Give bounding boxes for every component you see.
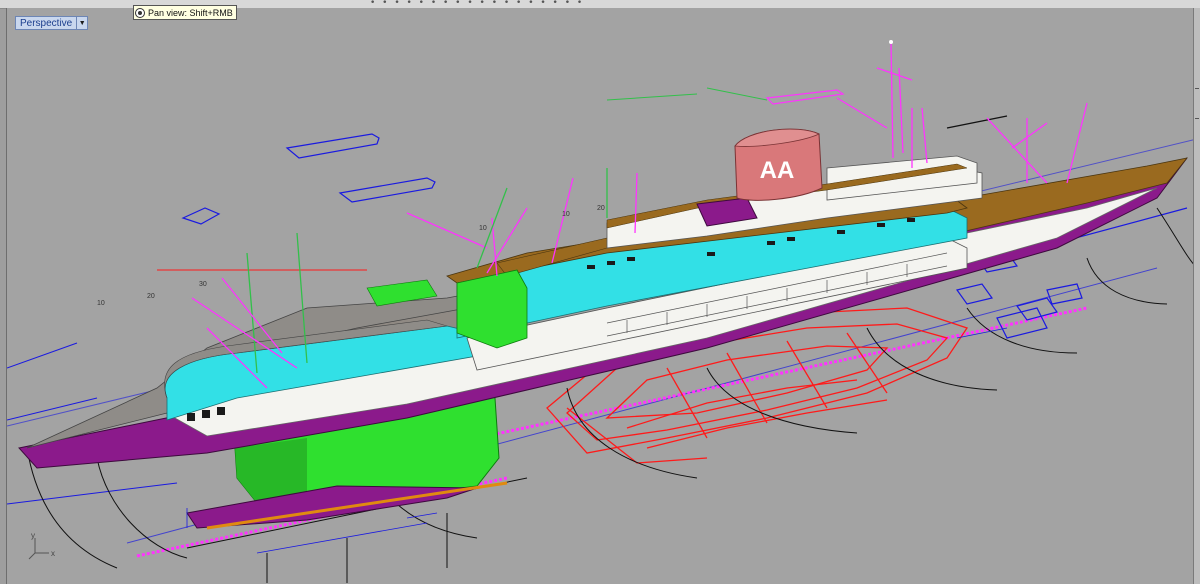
grid-label: 10	[97, 300, 105, 307]
pan-view-tooltip: Pan view: Shift+RMB	[133, 5, 237, 20]
grid-label: 20	[147, 293, 155, 300]
grid-label: 20	[597, 205, 605, 212]
mouse-icon	[135, 7, 145, 18]
funnel-logo-text: AA	[760, 157, 795, 184]
green-deckhouse	[456, 269, 528, 349]
viewport-menu-dropdown-icon[interactable]: ▼	[77, 16, 89, 30]
grid-label: 10	[562, 211, 570, 218]
ship-model-scene[interactable]: AA 10 20 30 10 10 20 y x	[7, 8, 1200, 584]
grid-label: 10	[479, 225, 487, 232]
panel-tick	[1195, 118, 1199, 119]
axis-gizmo	[28, 538, 49, 560]
toolbar-separator-dots: • • • • • • • • • • • • • • • • • •	[370, 0, 585, 8]
tooltip-text: Pan view: Shift+RMB	[148, 7, 233, 18]
panel-tick	[1195, 88, 1199, 89]
axis-y-label: y	[31, 531, 35, 540]
rudder	[186, 485, 478, 529]
perspective-viewport[interactable]: AA 10 20 30 10 10 20 y x Perspective ▼	[6, 8, 1200, 584]
viewport-title-tab[interactable]: Perspective ▼	[15, 16, 89, 30]
right-panel-edge	[1193, 8, 1200, 584]
grid-label: 30	[199, 281, 207, 288]
mast-top-light	[889, 40, 893, 44]
axis-x-label: x	[51, 549, 55, 558]
viewport-name[interactable]: Perspective	[15, 16, 78, 30]
